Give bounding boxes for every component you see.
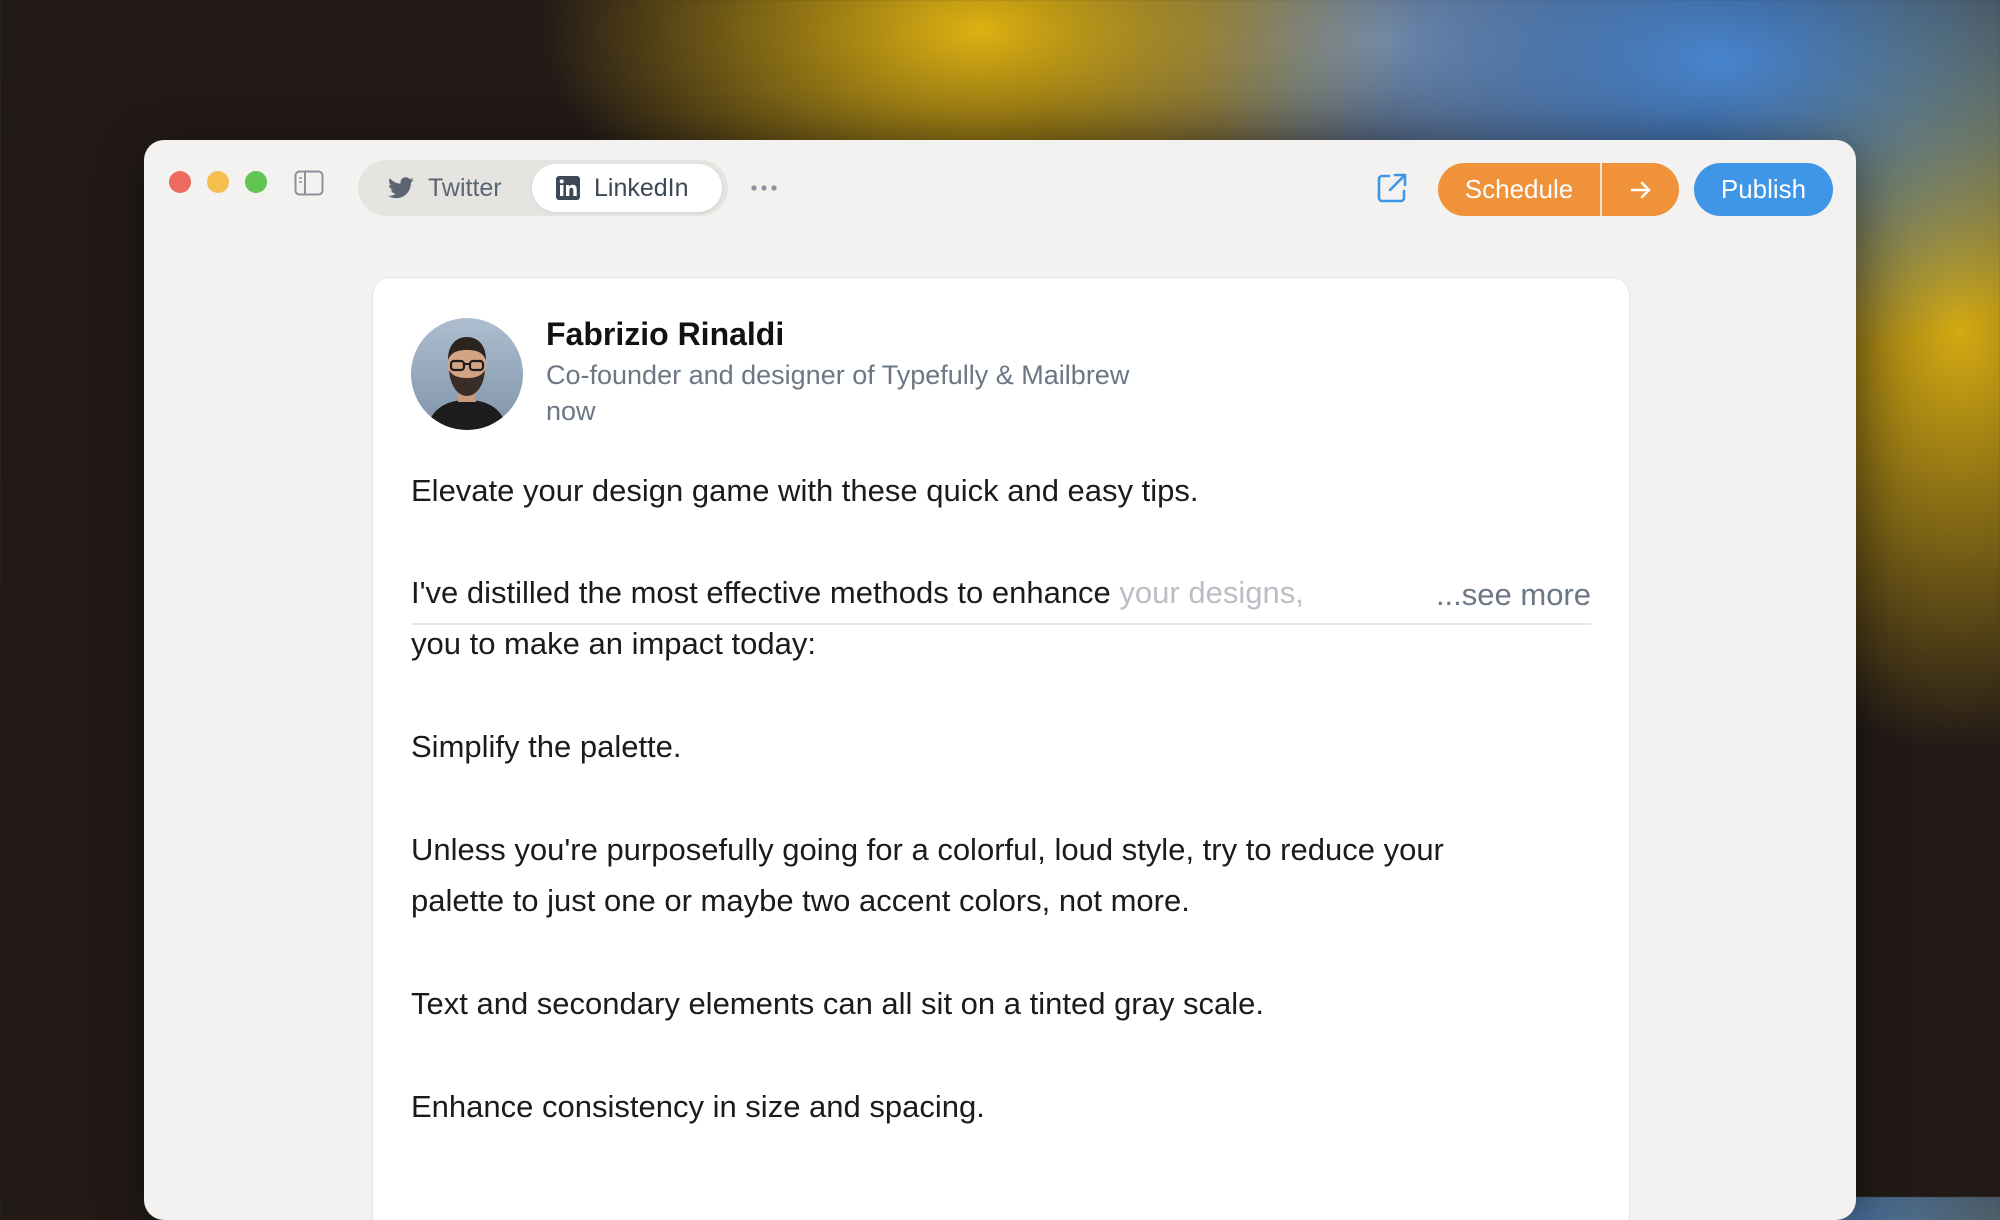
post-line: you to make an impact today: xyxy=(411,626,816,661)
schedule-button[interactable]: Schedule xyxy=(1438,163,1602,216)
tab-twitter-label: Twitter xyxy=(428,173,502,202)
post-line: I've distilled the most effective method… xyxy=(411,575,1304,611)
fold-divider xyxy=(411,623,1591,625)
post-line: Elevate your design game with these quic… xyxy=(411,473,1199,508)
post-line-faded: your designs, xyxy=(1119,575,1304,610)
post-line: palette to just one or maybe two accent … xyxy=(411,883,1190,918)
close-window-button[interactable] xyxy=(169,171,191,193)
post-time: now xyxy=(546,396,596,426)
author-name[interactable]: Fabrizio Rinaldi xyxy=(546,316,784,353)
tab-twitter[interactable]: Twitter xyxy=(362,164,532,212)
twitter-icon xyxy=(388,177,414,199)
post-line-visible: I've distilled the most effective method… xyxy=(411,575,1120,610)
tab-linkedin[interactable]: LinkedIn xyxy=(532,164,722,212)
platform-tabs: Twitter LinkedIn xyxy=(358,160,728,216)
minimize-window-button[interactable] xyxy=(207,171,229,193)
avatar xyxy=(411,318,523,430)
tab-linkedin-label: LinkedIn xyxy=(594,173,689,202)
post-line: Enhance consistency in size and spacing. xyxy=(411,1089,985,1124)
more-options-icon[interactable] xyxy=(744,168,784,208)
post-line: Simplify the palette. xyxy=(411,729,682,764)
linkedin-icon xyxy=(556,176,580,200)
author-headline: Co-founder and designer of Typefully & M… xyxy=(546,360,1130,390)
external-link-icon[interactable] xyxy=(1374,170,1410,206)
post-line: Unless you're purposefully going for a c… xyxy=(411,832,1444,867)
see-more-link[interactable]: ...see more xyxy=(1436,577,1591,613)
sidebar-toggle-icon[interactable] xyxy=(294,170,324,196)
schedule-button-group: Schedule xyxy=(1438,163,1679,216)
app-window: Twitter LinkedIn Schedule Publish Fabriz… xyxy=(144,140,1856,1220)
publish-button[interactable]: Publish xyxy=(1694,163,1833,216)
post-line: Text and secondary elements can all sit … xyxy=(411,986,1264,1021)
arrow-right-icon xyxy=(1630,181,1650,198)
zoom-window-button[interactable] xyxy=(245,171,267,193)
linkedin-post-preview: Fabrizio Rinaldi Co-founder and designer… xyxy=(372,277,1630,1220)
schedule-now-button[interactable] xyxy=(1602,163,1679,216)
